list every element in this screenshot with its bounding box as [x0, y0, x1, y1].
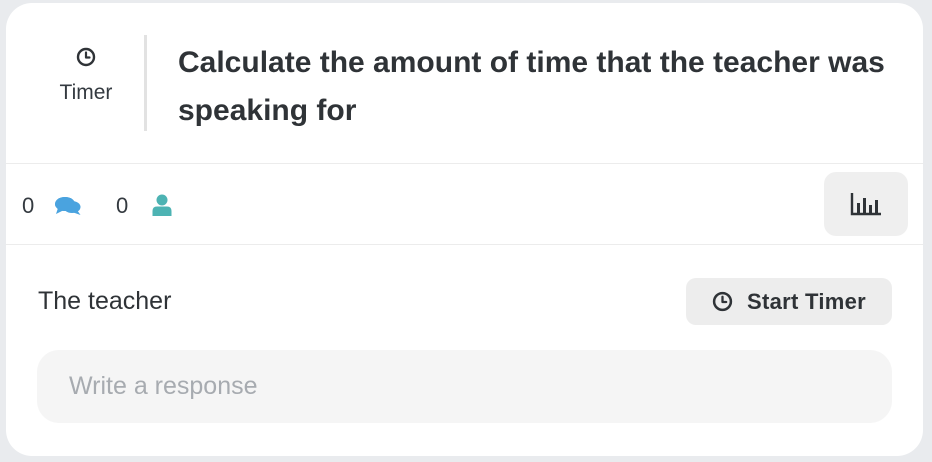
question-type: Timer	[44, 47, 128, 105]
question-title: Calculate the amount of time that the te…	[178, 46, 885, 127]
question-card: Timer Calculate the amount of time that …	[6, 3, 923, 456]
card-header: Timer Calculate the amount of time that …	[6, 3, 923, 164]
comments-count: 0	[22, 193, 35, 218]
question-type-label: Timer	[59, 81, 113, 104]
header-divider	[144, 35, 147, 131]
clock-icon	[712, 291, 733, 312]
response-input[interactable]	[37, 350, 892, 423]
stats-bar: 0 0	[6, 164, 923, 245]
participants-count: 0	[116, 193, 129, 218]
results-chart-button[interactable]	[824, 172, 908, 236]
response-subject: The teacher	[38, 287, 172, 315]
bar-chart-icon	[850, 193, 881, 216]
user-icon	[152, 194, 172, 216]
start-timer-label: Start Timer	[746, 288, 867, 314]
start-timer-button[interactable]: Start Timer	[686, 278, 892, 325]
clock-icon	[76, 47, 96, 67]
comments-icon	[55, 197, 81, 215]
